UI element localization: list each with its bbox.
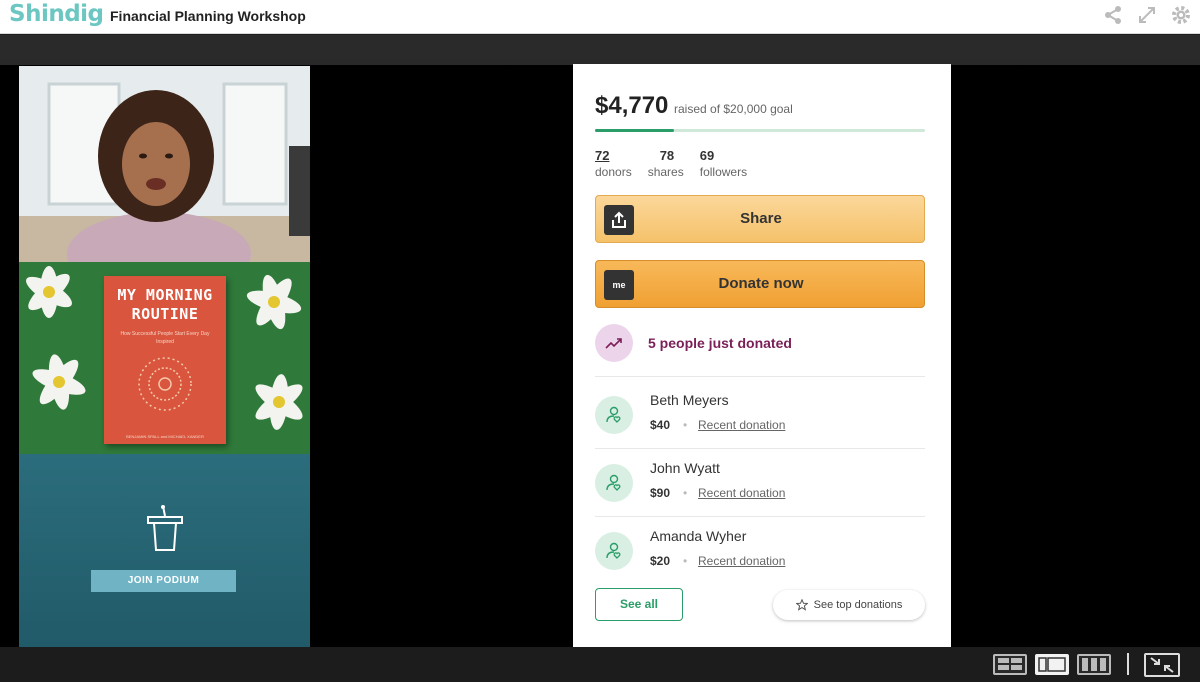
podium-icon	[145, 504, 185, 559]
event-title: Financial Planning Workshop	[110, 8, 306, 24]
gofundme-icon: me	[604, 270, 634, 300]
donor-amount: $90	[650, 486, 671, 500]
exit-fullscreen-icon	[1150, 657, 1174, 673]
shindig-logo[interactable]: Shindig	[9, 1, 104, 27]
donor-amount: $20	[650, 554, 671, 568]
grid-layout-icon	[998, 658, 1022, 670]
progress-fill	[595, 129, 674, 132]
donor-name: Amanda Wyher	[650, 528, 747, 544]
donor-name: John Wyatt	[650, 460, 720, 476]
goal-text: raised of $20,000 goal	[674, 102, 793, 116]
stat-value: 69	[699, 148, 715, 163]
donor-heart-icon	[595, 532, 633, 570]
stat-followers: 69 followers	[700, 148, 747, 179]
shared-book-image[interactable]: MY MORNING ROUTINE How Successful People…	[19, 262, 310, 454]
star-icon	[795, 599, 808, 611]
layout-sidebar-button[interactable]	[1035, 654, 1069, 675]
columns-layout-icon	[1082, 658, 1106, 671]
stat-label: shares	[647, 165, 684, 179]
just-donated-text: 5 people just donated	[648, 335, 792, 351]
recent-donation-link[interactable]: Recent donation	[698, 418, 785, 432]
stat-label: followers	[699, 165, 748, 179]
top-icons	[1102, 4, 1192, 26]
share-button-label: Share	[740, 210, 782, 227]
donor-heart-icon	[595, 464, 633, 502]
top-bar: Shindig Financial Planning Workshop	[0, 0, 1200, 34]
divider	[595, 448, 925, 449]
podium-tile: JOIN PODIUM	[19, 454, 310, 647]
recent-donation-link[interactable]: Recent donation	[698, 554, 785, 568]
progress-bar	[595, 129, 925, 132]
just-donated-row: 5 people just donated	[595, 324, 792, 362]
bottom-toolbar	[0, 647, 1200, 682]
donor-row: John Wyatt $90 • Recent donation	[595, 456, 925, 512]
upload-icon	[604, 205, 634, 235]
layout-grid-button[interactable]	[993, 654, 1027, 675]
see-top-donations-label: See top donations	[813, 599, 903, 611]
layout-columns-button[interactable]	[1077, 654, 1111, 675]
donate-button-label: Donate now	[718, 275, 804, 292]
raised-amount: $4,770	[595, 92, 669, 119]
recent-donation-link[interactable]: Recent donation	[698, 486, 785, 500]
donate-button[interactable]: Donate now me	[595, 260, 925, 308]
divider	[595, 376, 925, 377]
donation-card: $4,770 raised of $20,000 goal 72 donors …	[573, 64, 951, 648]
stats-row: 72 donors 78 shares 69 followers	[595, 148, 747, 179]
share-icon[interactable]	[1102, 4, 1124, 26]
sidebar-layout-icon	[1038, 657, 1066, 672]
stat-label: donors	[595, 165, 632, 179]
book-cover: MY MORNING ROUTINE How Successful People…	[104, 276, 226, 444]
donor-heart-icon	[595, 396, 633, 434]
donor-name: Beth Meyers	[650, 392, 729, 408]
stat-donors[interactable]: 72 donors	[595, 148, 632, 179]
participant-video[interactable]	[19, 66, 310, 262]
separator-dot: •	[683, 554, 688, 568]
see-all-button[interactable]: See all	[595, 588, 683, 621]
trending-up-icon	[595, 324, 633, 362]
donor-amount: $40	[650, 418, 671, 432]
stat-value: 78	[659, 148, 675, 163]
stat-value: 72	[595, 148, 610, 163]
donor-row: Amanda Wyher $20 • Recent donation	[595, 524, 925, 580]
book-emblem	[138, 357, 192, 411]
toolbar-separator	[1127, 653, 1129, 675]
stat-shares: 78 shares	[648, 148, 684, 179]
join-podium-button[interactable]: JOIN PODIUM	[91, 570, 236, 592]
separator-dot: •	[683, 486, 688, 500]
donor-row: Beth Meyers $40 • Recent donation	[595, 388, 925, 444]
book-authors: BENJAMIN SPALL and MICHAEL XANDER	[126, 434, 204, 439]
divider	[595, 516, 925, 517]
share-button[interactable]: Share	[595, 195, 925, 243]
exit-fullscreen-button[interactable]	[1144, 653, 1180, 677]
see-top-donations-button[interactable]: See top donations	[773, 590, 925, 620]
gear-icon[interactable]	[1170, 4, 1192, 26]
separator-dot: •	[683, 418, 688, 432]
gofundme-icon-text: me	[612, 280, 626, 290]
fullscreen-icon[interactable]	[1136, 4, 1158, 26]
